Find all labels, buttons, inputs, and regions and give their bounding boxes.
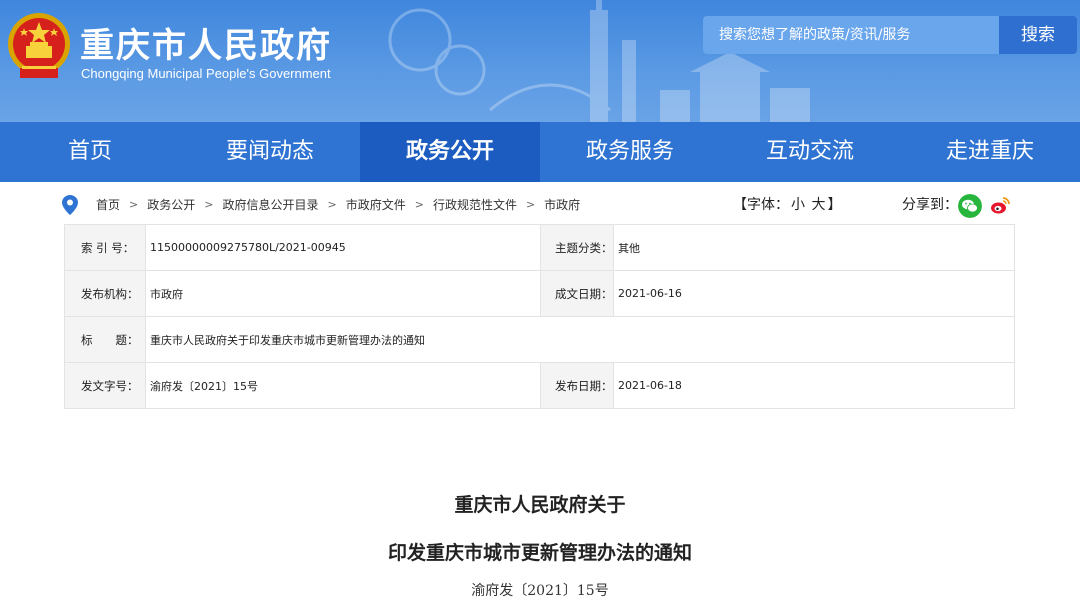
breadcrumb-bar: 首页 > 政务公开 > 政府信息公开目录 > 市政府文件 > 行政规范性文件 >… bbox=[62, 190, 1022, 218]
site-header: 重庆市人民政府 Chongqing Municipal People's Gov… bbox=[0, 0, 1080, 122]
font-size-prefix: 【字体： bbox=[733, 197, 789, 213]
document-info-table: 索 引 号： 11500000009275780L/2021-00945 主题分… bbox=[64, 224, 1015, 409]
breadcrumb-info-catalog[interactable]: 政府信息公开目录 bbox=[222, 196, 318, 213]
share-label: 分享到： bbox=[902, 197, 958, 213]
font-size-large-button[interactable]: 大 bbox=[811, 197, 825, 213]
title-value: 重庆市人民政府关于印发重庆市城市更新管理办法的通知 bbox=[145, 316, 1015, 363]
breadcrumb-municipal-government[interactable]: 市政府 bbox=[544, 196, 580, 213]
publish-date-label: 发布日期： bbox=[540, 362, 614, 409]
breadcrumb-separator: > bbox=[414, 198, 424, 211]
issuer-value: 市政府 bbox=[145, 270, 541, 317]
nav-item-news[interactable]: 要闻动态 bbox=[180, 122, 360, 182]
written-date-label: 成文日期： bbox=[540, 270, 614, 317]
nav-item-government-services[interactable]: 政务服务 bbox=[540, 122, 720, 182]
table-row: 索 引 号： 11500000009275780L/2021-00945 主题分… bbox=[64, 224, 1015, 271]
table-row: 标 题： 重庆市人民政府关于印发重庆市城市更新管理办法的通知 bbox=[64, 316, 1015, 363]
nav-item-home[interactable]: 首页 bbox=[0, 122, 180, 182]
topic-label: 主题分类： bbox=[540, 224, 614, 271]
topic-value: 其他 bbox=[613, 224, 1015, 271]
publish-date-value: 2021-06-18 bbox=[613, 362, 1015, 409]
breadcrumb-home[interactable]: 首页 bbox=[96, 196, 120, 213]
index-number-value: 11500000009275780L/2021-00945 bbox=[145, 224, 541, 271]
title-label: 标 题： bbox=[64, 316, 146, 363]
font-size-control: 【字体：小 大】 bbox=[732, 194, 842, 214]
breadcrumb: 首页 > 政务公开 > 政府信息公开目录 > 市政府文件 > 行政规范性文件 >… bbox=[96, 196, 580, 213]
breadcrumb-government-affairs[interactable]: 政务公开 bbox=[147, 196, 195, 213]
font-size-small-button[interactable]: 小 bbox=[791, 197, 805, 213]
breadcrumb-normative-documents[interactable]: 行政规范性文件 bbox=[433, 196, 517, 213]
breadcrumb-separator: > bbox=[525, 198, 536, 211]
table-row: 发文字号： 渝府发〔2021〕15号 发布日期： 2021-06-18 bbox=[64, 362, 1015, 409]
nav-item-about-chongqing[interactable]: 走进重庆 bbox=[900, 122, 1080, 182]
issuer-label: 发布机构： bbox=[64, 270, 146, 317]
font-size-suffix: 】 bbox=[827, 197, 842, 213]
document-number-value: 渝府发〔2021〕15号 bbox=[145, 362, 541, 409]
breadcrumb-separator: > bbox=[204, 198, 214, 211]
share-area: 分享到： bbox=[902, 194, 1012, 218]
breadcrumb-separator: > bbox=[129, 198, 139, 211]
document-number-label: 发文字号： bbox=[64, 362, 146, 409]
main-nav: 首页 要闻动态 政务公开 政务服务 互动交流 走进重庆 bbox=[0, 122, 1080, 182]
breadcrumb-separator: > bbox=[327, 198, 337, 211]
index-number-label: 索 引 号： bbox=[64, 224, 146, 271]
document-number: 渝府发〔2021〕15号 bbox=[471, 583, 609, 599]
nav-item-interaction[interactable]: 互动交流 bbox=[720, 122, 900, 182]
national-emblem-icon bbox=[8, 13, 70, 78]
written-date-value: 2021-06-16 bbox=[613, 270, 1015, 317]
search-button[interactable]: 搜索 bbox=[999, 16, 1077, 54]
search-input[interactable]: 搜索您想了解的政策/资讯/服务 bbox=[703, 16, 999, 54]
location-pin-icon bbox=[62, 195, 78, 215]
document-title-line-2: 印发重庆市城市更新管理办法的通知 bbox=[387, 542, 692, 564]
document-title-line-1: 重庆市人民政府关于 bbox=[454, 494, 626, 516]
site-title: 重庆市人民政府 bbox=[80, 26, 332, 66]
weibo-icon[interactable] bbox=[988, 194, 1012, 218]
breadcrumb-municipal-documents[interactable]: 市政府文件 bbox=[346, 196, 406, 213]
wechat-icon[interactable] bbox=[958, 194, 982, 218]
table-row: 发布机构： 市政府 成文日期： 2021-06-16 bbox=[64, 270, 1015, 317]
site-subtitle: Chongqing Municipal People's Government bbox=[81, 66, 331, 81]
nav-item-government-affairs-disclosure[interactable]: 政务公开 bbox=[360, 122, 540, 182]
